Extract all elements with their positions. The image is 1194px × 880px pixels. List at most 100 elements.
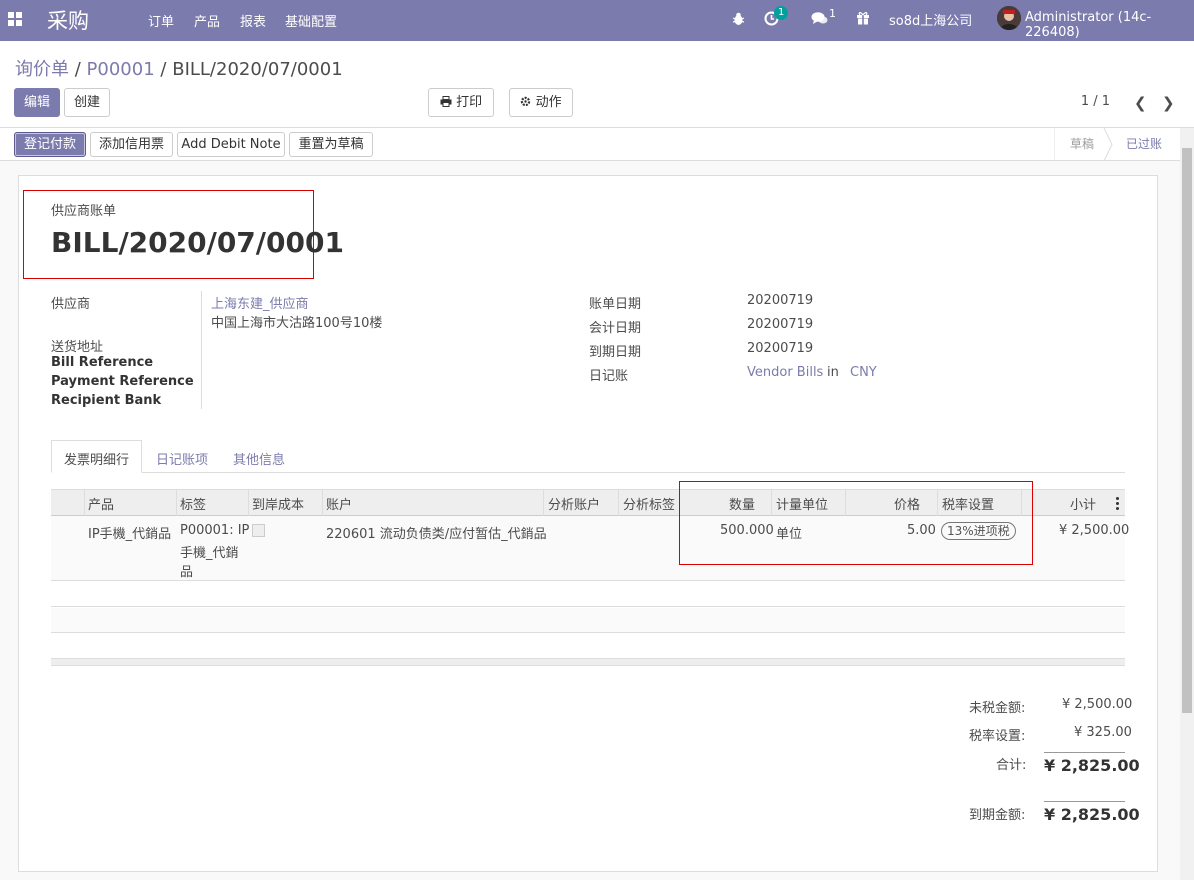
tab-other-info[interactable]: 其他信息 — [233, 449, 285, 468]
totals-divider — [1044, 752, 1125, 753]
column-header-analytic-tags[interactable]: 分析标签 — [623, 494, 675, 513]
breadcrumb-order[interactable]: P00001 — [87, 59, 155, 80]
column-divider — [176, 489, 177, 516]
column-header-product[interactable]: 产品 — [88, 494, 114, 513]
amount-due-value: ¥ 2,825.00 — [1044, 805, 1140, 824]
tab-invoice-lines-label: 发票明细行 — [64, 453, 130, 468]
page-scrollbar[interactable] — [1180, 128, 1194, 880]
vendor-label: 供应商 — [51, 297, 91, 312]
menu-reports[interactable]: 报表 — [240, 11, 266, 30]
amount-due-label: 到期金额: — [969, 808, 1026, 823]
journal-link[interactable]: Vendor Bills — [747, 365, 823, 380]
bug-icon[interactable] — [732, 12, 745, 26]
menu-configuration[interactable]: 基础配置 — [285, 11, 337, 30]
breadcrumb-separator: / — [74, 59, 81, 80]
delivery-address-label: 送货地址 — [51, 340, 104, 355]
action-button[interactable]: 动作 — [509, 88, 573, 117]
user-menu[interactable]: Administrator (14c-226408) — [1025, 10, 1194, 40]
status-bar: 登记付款 添加信用票 Add Debit Note 重置为草稿 草稿 已过账 — [0, 128, 1180, 161]
vendor-link[interactable]: 上海东建_供应商 — [211, 293, 309, 312]
action-label: 动作 — [535, 95, 562, 110]
stage-draft[interactable]: 草稿 — [1070, 128, 1094, 161]
accounting-date-value: 20200719 — [747, 317, 814, 332]
column-divider — [84, 489, 85, 516]
activity-count-badge: 1 — [774, 6, 789, 20]
print-label: 打印 — [456, 95, 483, 110]
gift-icon[interactable] — [856, 11, 870, 25]
row-label-line1: P00001: IP — [180, 523, 250, 538]
column-header-label[interactable]: 标签 — [180, 494, 206, 513]
total-value: ¥ 2,825.00 — [1044, 756, 1140, 775]
row-product: IP手機_代銷品 — [88, 527, 172, 542]
print-button[interactable]: 打印 — [428, 88, 494, 117]
row-subtotal: ¥ 2,500.00 — [1059, 523, 1130, 538]
totals-divider — [1044, 801, 1125, 802]
column-header-analytic-account[interactable]: 分析账户 — [548, 494, 600, 513]
stage-posted[interactable]: 已过账 — [1126, 128, 1162, 161]
menu-products[interactable]: 产品 — [194, 11, 220, 30]
document-name: BILL/2020/07/0001 — [51, 226, 344, 259]
messages-icon[interactable] — [811, 11, 828, 26]
apps-menu-icon[interactable] — [8, 12, 22, 26]
reset-to-draft-button[interactable]: 重置为草稿 — [289, 132, 373, 157]
add-debit-note-button[interactable]: Add Debit Note — [177, 132, 285, 157]
untaxed-amount-value: ¥ 2,500.00 — [1062, 697, 1133, 712]
document-type: 供应商账单 — [51, 204, 117, 219]
vendor-address: 中国上海市大沽路100号10楼 — [211, 316, 383, 331]
payment-reference-label: Payment Reference — [51, 374, 194, 389]
highlight-box-columns — [679, 481, 1033, 565]
register-payment-button[interactable]: 登记付款 — [14, 132, 86, 157]
edit-button[interactable]: 编辑 — [14, 88, 60, 117]
table-row-empty — [51, 634, 1125, 659]
breadcrumb-current: BILL/2020/07/0001 — [172, 59, 343, 80]
app-title: 采购 — [47, 9, 89, 33]
accounting-date-label: 会计日期 — [589, 321, 642, 336]
row-landed-cost-checkbox[interactable] — [252, 524, 265, 537]
lines-table-footer — [51, 659, 1125, 666]
row-label-line3: 品 — [180, 565, 194, 580]
print-icon — [440, 96, 452, 107]
journal-label: 日记账 — [589, 369, 629, 384]
journal-in-text: in — [827, 365, 839, 380]
recipient-bank-label: Recipient Bank — [51, 393, 162, 408]
tabs-baseline — [51, 472, 1125, 473]
column-divider — [618, 489, 619, 516]
add-credit-note-button[interactable]: 添加信用票 — [90, 132, 173, 157]
table-row-empty — [51, 582, 1125, 607]
breadcrumb-separator: / — [160, 59, 167, 80]
tax-amount-label: 税率设置: — [969, 729, 1026, 744]
column-options-icon[interactable] — [1116, 497, 1119, 510]
total-label: 合计: — [996, 758, 1027, 773]
column-header-landed-cost[interactable]: 到岸成本 — [252, 494, 304, 513]
column-header-subtotal[interactable]: 小计 — [1070, 494, 1096, 513]
column-header-account[interactable]: 账户 — [326, 494, 352, 513]
pager-next-icon[interactable]: ❯ — [1162, 94, 1175, 112]
menu-orders[interactable]: 订单 — [148, 11, 174, 30]
messages-count: 1 — [829, 7, 836, 20]
gear-icon — [521, 96, 531, 107]
pager-value[interactable]: 1 / 1 — [1081, 94, 1110, 109]
untaxed-amount-label: 未税金额: — [969, 701, 1026, 716]
bill-date-label: 账单日期 — [589, 297, 642, 312]
breadcrumb: 询价单 / P00001 / BILL/2020/07/0001 — [15, 55, 343, 81]
bill-reference-label: Bill Reference — [51, 355, 154, 370]
control-panel: 询价单 / P00001 / BILL/2020/07/0001 编辑 创建 打… — [0, 41, 1194, 128]
row-label-line2: 手機_代銷 — [180, 546, 239, 561]
due-date-value: 20200719 — [747, 341, 814, 356]
tab-invoice-lines[interactable]: 发票明细行 — [51, 440, 142, 473]
scrollbar-thumb[interactable] — [1182, 148, 1192, 713]
tax-amount-value: ¥ 325.00 — [1074, 725, 1132, 740]
create-button[interactable]: 创建 — [64, 88, 110, 117]
table-row-empty — [51, 608, 1125, 633]
breadcrumb-rfq[interactable]: 询价单 — [15, 59, 69, 80]
pager-previous-icon[interactable]: ❮ — [1134, 94, 1147, 112]
tab-journal-items[interactable]: 日记账项 — [156, 449, 208, 468]
column-divider — [322, 489, 323, 516]
currency-link[interactable]: CNY — [850, 365, 877, 380]
user-avatar[interactable] — [997, 6, 1021, 30]
column-divider — [248, 489, 249, 516]
row-account: 220601 流动负债类/应付暂估_代銷品 — [326, 527, 547, 542]
bill-date-value: 20200719 — [747, 293, 814, 308]
due-date-label: 到期日期 — [589, 345, 642, 360]
company-switcher[interactable]: so8d上海公司 — [889, 10, 972, 29]
